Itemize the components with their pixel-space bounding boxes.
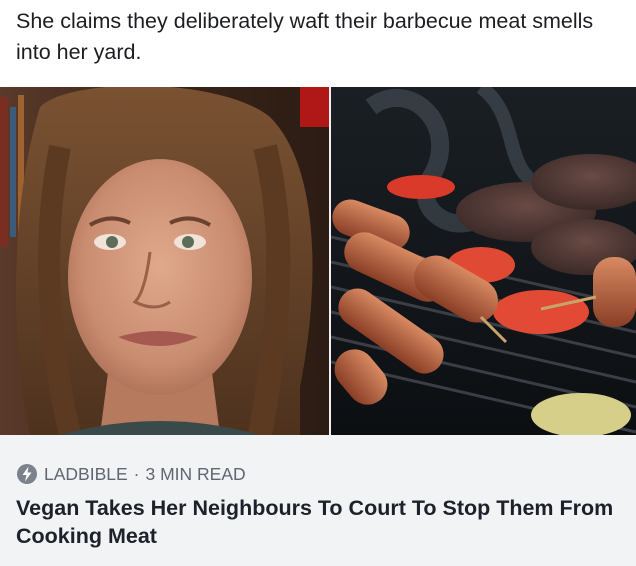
post-caption: She claims they deliberately waft their … — [16, 9, 594, 64]
meta-separator: · — [133, 463, 140, 484]
read-time: 3 MIN READ — [145, 463, 246, 484]
interview-woman-photo — [0, 87, 329, 435]
source-name: LADBIBLE — [44, 463, 128, 484]
article-headline[interactable]: Vegan Takes Her Neighbours To Court To S… — [16, 494, 616, 550]
link-preview-image[interactable] — [0, 87, 636, 435]
source-row: LADBIBLE · 3 MIN READ — [16, 463, 246, 485]
lightning-bolt-icon — [16, 463, 38, 485]
link-card-meta[interactable]: LADBIBLE · 3 MIN READ Vegan Takes Her Ne… — [0, 435, 636, 566]
barbecue-grill-photo — [331, 87, 636, 435]
